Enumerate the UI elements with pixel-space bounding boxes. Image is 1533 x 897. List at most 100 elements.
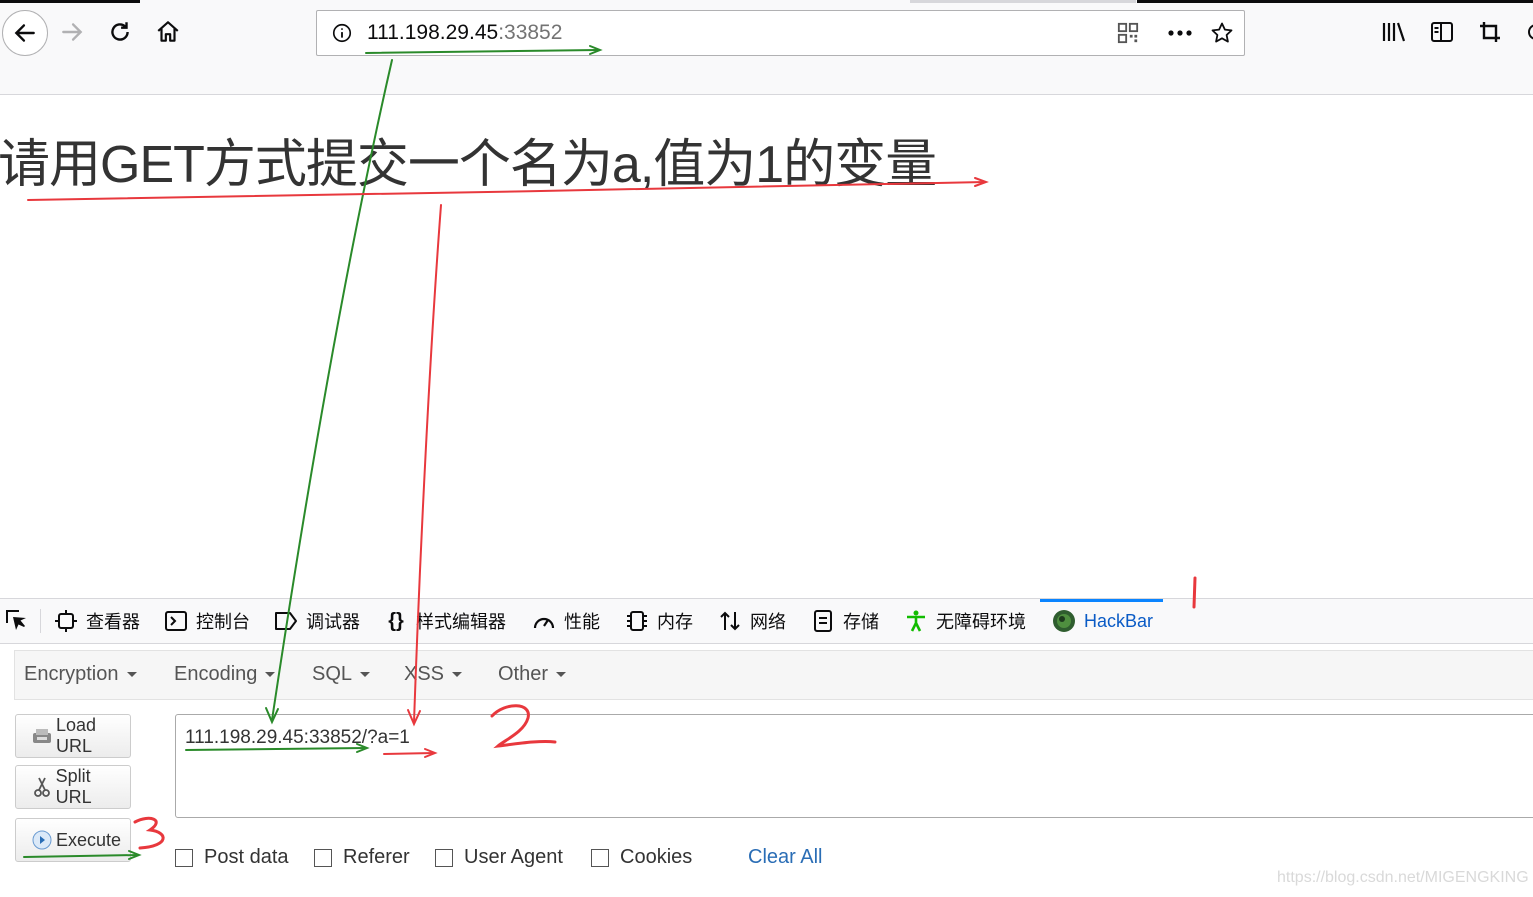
menu-other[interactable]: Other: [498, 663, 567, 686]
cookies-option[interactable]: Cookies: [591, 846, 692, 869]
referer-checkbox[interactable]: [314, 848, 332, 867]
gauge-icon: [532, 609, 556, 633]
cookies-checkbox[interactable]: [591, 848, 609, 867]
user-agent-option[interactable]: User Agent: [435, 846, 563, 869]
annotation-mark-3: [133, 816, 165, 850]
annotation-arrowhead-red: [974, 177, 989, 187]
tab-label: HackBar: [1084, 610, 1154, 631]
menu-encoding[interactable]: Encoding: [174, 663, 276, 686]
sidebar-icon[interactable]: [1428, 18, 1456, 46]
menu-label: Encryption: [24, 663, 119, 685]
caret-down-icon: [265, 672, 276, 678]
tab-strip-segment: [0, 0, 140, 3]
tab-storage[interactable]: 存储: [811, 599, 879, 643]
menu-label: Encoding: [174, 663, 258, 685]
button-label: Execute: [56, 829, 122, 850]
url-textarea[interactable]: 111.198.29.45:33852/?a=1: [175, 714, 1533, 818]
inspector-icon: [54, 609, 78, 633]
load-url-icon: [32, 726, 52, 746]
menu-label: XSS: [404, 663, 445, 685]
tab-label: 网络: [750, 612, 786, 632]
address-port: :33852: [498, 21, 563, 44]
menu-label: SQL: [312, 663, 353, 685]
tab-strip-segment: [910, 0, 1136, 3]
address-host: 111.198.29.45: [367, 21, 499, 44]
menu-xss[interactable]: XSS: [404, 663, 463, 686]
browser-toolbar: 111.198.29.45:33852: [0, 0, 1533, 95]
element-picker-button[interactable]: [4, 599, 36, 643]
post-data-checkbox[interactable]: [175, 848, 193, 867]
tab-label: 样式编辑器: [416, 612, 506, 632]
annotation-arrow-red: [413, 204, 442, 723]
url-value: 111.198.29.45:33852/?a=1: [185, 727, 410, 748]
option-label: User Agent: [464, 846, 563, 868]
arrow-left-icon: [14, 24, 35, 42]
tab-label: 无障碍环境: [936, 612, 1026, 632]
tab-accessibility[interactable]: 无障碍环境: [904, 599, 1026, 643]
debugger-icon: [274, 609, 298, 633]
memory-chip-icon: [625, 609, 649, 633]
button-label: Split URL: [55, 766, 92, 807]
caret-down-icon: [452, 672, 463, 678]
address-bar[interactable]: 111.198.29.45:33852: [316, 10, 1245, 56]
menu-encryption[interactable]: Encryption: [24, 663, 137, 686]
storage-icon: [811, 609, 835, 633]
tab-label: 性能: [564, 612, 600, 632]
address-text: 111.198.29.45:33852: [367, 21, 562, 45]
tab-divider: [40, 609, 41, 633]
braces-icon: {}: [388, 609, 404, 632]
referer-option[interactable]: Referer: [314, 846, 410, 869]
load-url-button[interactable]: Load URL: [15, 714, 131, 758]
tab-debugger[interactable]: 调试器: [274, 599, 360, 643]
tab-memory[interactable]: 内存: [625, 599, 693, 643]
tab-label: 查看器: [86, 612, 140, 632]
tab-strip-segment: [1137, 0, 1533, 3]
option-label: Post data: [204, 846, 289, 868]
tab-label: 内存: [657, 612, 693, 632]
menu-sql[interactable]: SQL: [312, 663, 371, 686]
hackbar-menu: Encryption Encoding SQL XSS Other: [14, 650, 1533, 700]
split-url-button[interactable]: Split URL: [15, 765, 131, 809]
tab-inspector[interactable]: 查看器: [54, 599, 140, 643]
bookmark-star-icon[interactable]: [1209, 20, 1235, 46]
tab-style-editor[interactable]: {} 样式编辑器: [384, 599, 506, 643]
play-icon: [32, 830, 52, 850]
tab-performance[interactable]: 性能: [532, 599, 600, 643]
home-button[interactable]: [150, 14, 186, 50]
forward-button[interactable]: [54, 14, 90, 50]
tab-network[interactable]: 网络: [718, 599, 786, 643]
tab-console[interactable]: 控制台: [164, 599, 250, 643]
screenshot-crop-icon[interactable]: [1476, 18, 1504, 46]
back-button[interactable]: [2, 10, 48, 56]
more-actions-icon[interactable]: [1167, 20, 1193, 46]
button-label: Load URL: [56, 715, 97, 756]
qr-code-icon[interactable]: [1115, 20, 1141, 46]
watermark: https://blog.csdn.net/MIGENGKING: [1277, 869, 1529, 886]
hackbar-logo-icon: [1052, 609, 1076, 633]
home-icon: [157, 21, 179, 42]
console-icon: [164, 609, 188, 633]
clear-all-link[interactable]: Clear All: [748, 846, 822, 869]
scissors-icon: [32, 777, 52, 797]
accessibility-icon: [904, 609, 928, 633]
devtools-tab-bar: 查看器 控制台 调试器 {} 样式编辑器 性能 内存 网络 存储 无障碍环境 Ha…: [0, 598, 1533, 644]
menu-label: Other: [498, 663, 549, 685]
info-icon[interactable]: [329, 20, 355, 46]
tab-label: 控制台: [196, 612, 250, 632]
reload-button[interactable]: [102, 14, 138, 50]
caret-down-icon: [126, 672, 137, 678]
execute-button[interactable]: Execute: [15, 818, 131, 862]
tab-hackbar[interactable]: HackBar: [1039, 599, 1164, 643]
caret-down-icon: [360, 672, 371, 678]
library-icon[interactable]: [1380, 18, 1408, 46]
up-down-arrows-icon: [718, 609, 742, 633]
page-heading: 请用GET方式提交一个名为a,值为1的变量: [0, 136, 937, 194]
tab-label: 调试器: [306, 612, 360, 632]
pick-element-icon: [4, 609, 28, 633]
user-agent-checkbox[interactable]: [435, 848, 453, 867]
option-label: Referer: [343, 846, 410, 868]
extension-icon[interactable]: [1520, 18, 1533, 46]
post-data-option[interactable]: Post data: [175, 846, 289, 869]
option-label: Cookies: [620, 846, 693, 868]
caret-down-icon: [556, 672, 567, 678]
